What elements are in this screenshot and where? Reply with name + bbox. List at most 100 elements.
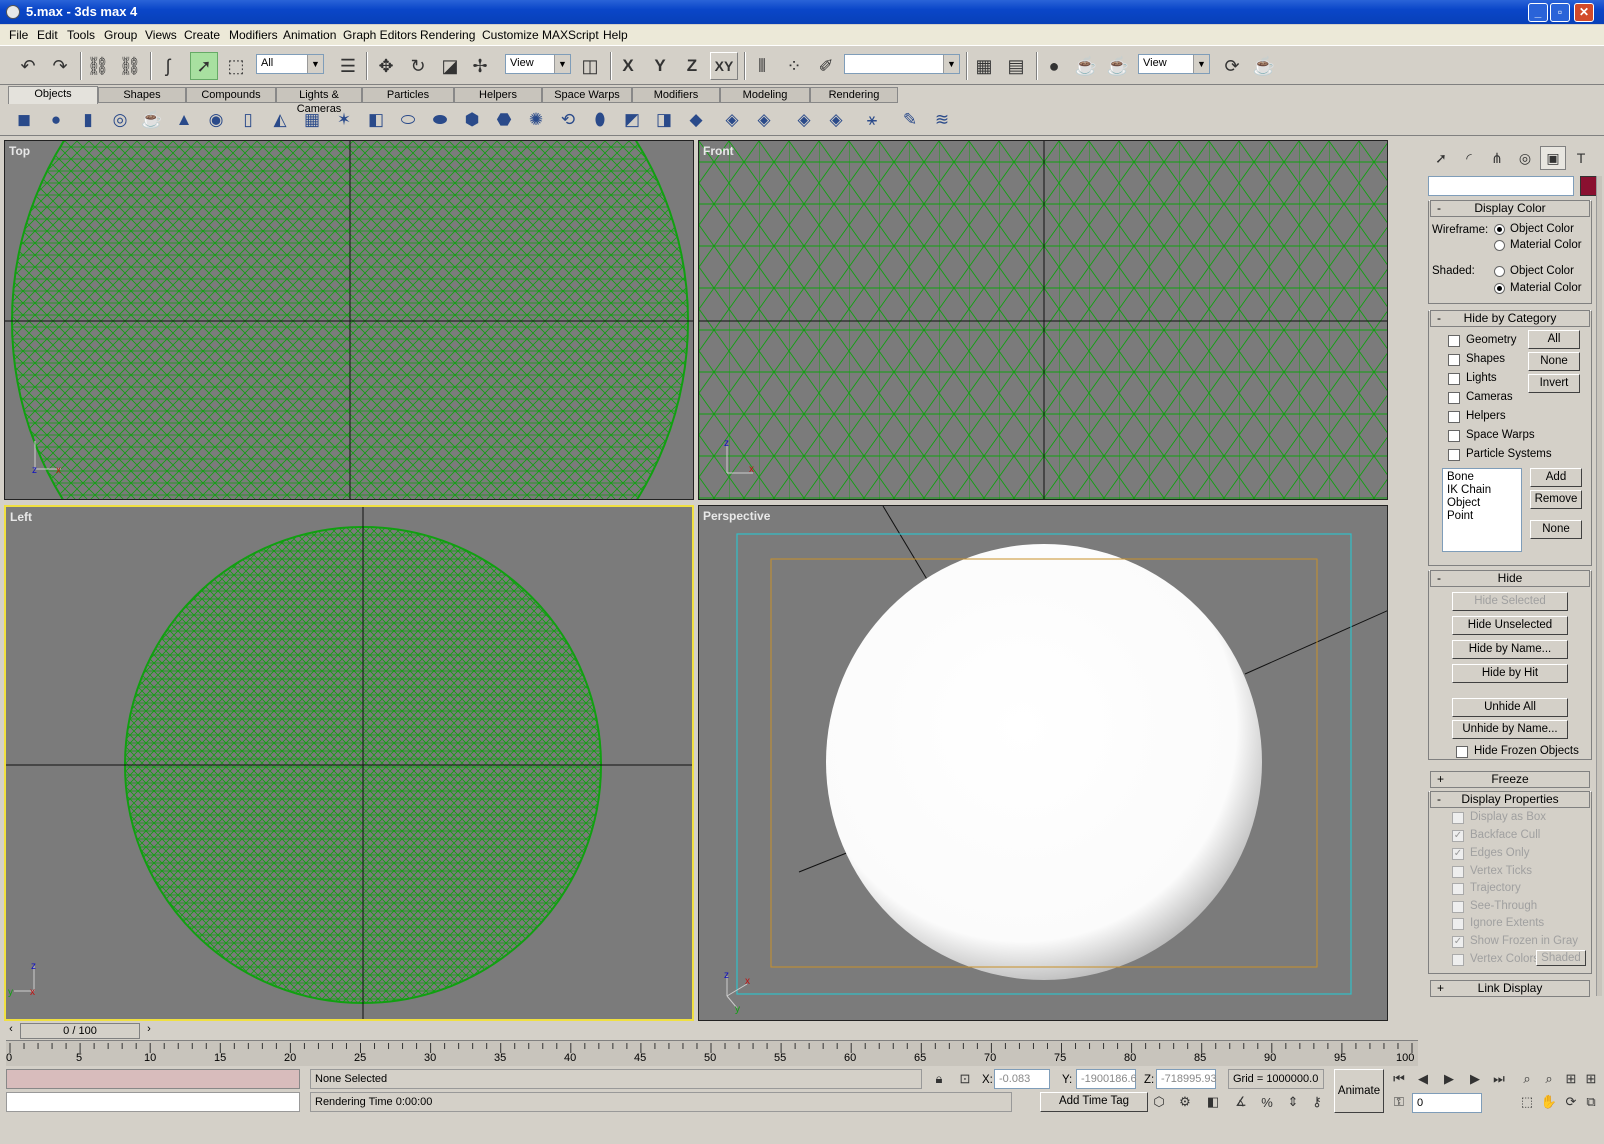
box-icon[interactable]: ◼ <box>12 108 36 132</box>
oil-tank-icon[interactable]: ⬭ <box>396 108 420 132</box>
category-all-button[interactable]: All <box>1528 330 1580 349</box>
pan-icon[interactable]: ✋ <box>1540 1093 1558 1111</box>
time-next-icon[interactable]: › <box>142 1023 156 1039</box>
restrict-to-x-button[interactable]: X <box>614 52 642 80</box>
category-list-none-button[interactable]: None <box>1530 520 1582 539</box>
bind-to-space-warp-icon[interactable]: ʃ <box>154 52 182 80</box>
create-panel-icon[interactable]: ➚ <box>1428 146 1454 170</box>
named-selection-dropdown[interactable]: ▼ <box>844 54 960 74</box>
tri-patch-icon[interactable]: ◈ <box>752 108 776 132</box>
menu-views[interactable]: Views <box>145 28 177 42</box>
minimize-button[interactable]: _ <box>1528 3 1548 22</box>
category-add-button[interactable]: Add <box>1530 468 1582 487</box>
menu-create[interactable]: Create <box>184 28 220 42</box>
hide-helpers-checkbox[interactable] <box>1448 411 1460 423</box>
vertex-ticks-checkbox[interactable] <box>1452 866 1464 878</box>
hide-shapes-checkbox[interactable] <box>1448 354 1460 366</box>
x-coord-field[interactable]: -0.083 <box>994 1069 1050 1089</box>
tab-modeling[interactable]: Modeling <box>720 87 810 103</box>
menu-file[interactable]: File <box>9 28 28 42</box>
teapot-icon[interactable]: ☕ <box>140 108 164 132</box>
chamfer-cylinder-icon[interactable]: ⬣ <box>492 108 516 132</box>
tab-modifiers[interactable]: Modifiers <box>632 87 720 103</box>
viewport-label-perspective[interactable]: Perspective <box>703 509 770 523</box>
region-zoom-icon[interactable]: ⬚ <box>1518 1093 1536 1111</box>
vertex-colors-shaded-button[interactable]: Shaded <box>1536 950 1586 966</box>
unhide-by-name-button[interactable]: Unhide by Name... <box>1452 720 1568 739</box>
motion-panel-icon[interactable]: ◎ <box>1512 146 1538 170</box>
angle-snap-icon[interactable]: ∡ <box>1232 1093 1250 1111</box>
geosphere-icon[interactable]: ◉ <box>204 108 228 132</box>
select-and-link-icon[interactable]: ⛓ <box>84 52 112 80</box>
shaded-material-color-radio[interactable] <box>1494 283 1505 294</box>
pyramid-icon[interactable]: ◭ <box>268 108 292 132</box>
array-icon[interactable]: ⁘ <box>780 52 808 80</box>
hedra-icon[interactable]: ✶ <box>332 108 356 132</box>
tab-helpers[interactable]: Helpers <box>454 87 542 103</box>
arc-rotate-icon[interactable]: ⟳ <box>1562 1093 1580 1111</box>
reference-coordinate-dropdown[interactable]: View ▼ <box>505 54 571 74</box>
utilities-panel-icon[interactable]: T <box>1568 146 1594 170</box>
zoom-extents-icon[interactable]: ⊞ <box>1562 1070 1580 1088</box>
sphere-icon[interactable]: ● <box>44 108 68 132</box>
shaded-object-color-radio[interactable] <box>1494 266 1505 277</box>
zoom-icon[interactable]: ⌕ <box>1518 1070 1536 1088</box>
viewport-perspective[interactable]: z x y Perspective <box>698 505 1388 1021</box>
schematic-view-icon[interactable]: ▤ <box>1002 52 1030 80</box>
viewport-front[interactable]: z x Front <box>698 140 1388 500</box>
select-and-scale-icon[interactable]: ◪ <box>436 52 464 80</box>
tab-shapes[interactable]: Shapes <box>98 87 186 103</box>
menu-customize[interactable]: Customize <box>482 28 539 42</box>
display-panel-icon[interactable]: ▣ <box>1540 146 1566 170</box>
restrict-to-y-button[interactable]: Y <box>646 52 674 80</box>
absolute-mode-icon[interactable]: ⊡ <box>956 1070 974 1088</box>
undo-icon[interactable]: ↶ <box>14 52 42 80</box>
mirror-icon[interactable]: ⫴ <box>748 52 776 80</box>
use-pivot-center-icon[interactable]: ◫ <box>576 52 604 80</box>
tab-space-warps[interactable]: Space Warps <box>542 87 632 103</box>
patch-grid-icon[interactable]: ◈ <box>720 108 744 132</box>
zoom-extents-all-icon[interactable]: ⊞ <box>1582 1070 1600 1088</box>
list-item[interactable]: Point <box>1447 510 1517 523</box>
viewport-label-top[interactable]: Top <box>9 144 30 158</box>
select-and-manipulate-icon[interactable]: ✢ <box>466 52 494 80</box>
render-type-dropdown[interactable]: View ▼ <box>1138 54 1210 74</box>
active-shade-icon[interactable]: ⟳ <box>1218 52 1246 80</box>
wireframe-material-color-radio[interactable] <box>1494 240 1505 251</box>
track-bar[interactable]: 0 5 10 15 20 25 30 35 40 45 50 55 60 65 … <box>6 1040 1418 1066</box>
menu-edit[interactable]: Edit <box>37 28 58 42</box>
vertex-colors-checkbox[interactable] <box>1452 954 1464 966</box>
hide-cameras-checkbox[interactable] <box>1448 392 1460 404</box>
go-to-end-icon[interactable]: ⏭ <box>1490 1070 1508 1088</box>
menu-help[interactable]: Help <box>603 28 628 42</box>
zoom-all-icon[interactable]: ⌕ <box>1540 1070 1558 1088</box>
tab-objects[interactable]: Objects <box>8 86 98 104</box>
menu-maxscript[interactable]: MAXScript <box>542 28 599 42</box>
viewport-left[interactable]: z x y Left <box>4 505 694 1021</box>
select-by-name-icon[interactable]: ☰ <box>334 52 362 80</box>
category-remove-button[interactable]: Remove <box>1530 490 1582 509</box>
hide-unselected-button[interactable]: Hide Unselected <box>1452 616 1568 635</box>
tab-rendering[interactable]: Rendering <box>810 87 898 103</box>
hide-frozen-objects-checkbox[interactable] <box>1456 746 1468 758</box>
y-coord-field[interactable]: -1900186.6 <box>1076 1069 1137 1089</box>
select-and-rotate-icon[interactable]: ↻ <box>404 52 432 80</box>
select-and-move-icon[interactable]: ✥ <box>372 52 400 80</box>
unlink-selection-icon[interactable]: ⛓ <box>116 52 144 80</box>
category-invert-button[interactable]: Invert <box>1528 374 1580 393</box>
link-display-header[interactable]: + Link Display <box>1430 980 1590 997</box>
object-name-field[interactable] <box>1428 176 1574 196</box>
prism-icon[interactable]: ◆ <box>684 108 708 132</box>
list-item[interactable]: IK Chain Object <box>1447 484 1517 510</box>
ignore-extents-checkbox[interactable] <box>1452 918 1464 930</box>
viewport-label-left[interactable]: Left <box>10 510 32 524</box>
spinner-snap-icon[interactable]: ⇕ <box>1284 1093 1302 1111</box>
category-none-button[interactable]: None <box>1528 352 1580 371</box>
selection-filter-dropdown[interactable]: All ▼ <box>256 54 324 74</box>
backface-cull-checkbox[interactable]: ✓ <box>1452 830 1464 842</box>
hide-selected-button[interactable]: Hide Selected <box>1452 592 1568 611</box>
snap-toggle-icon[interactable]: ⚙ <box>1176 1093 1194 1111</box>
plane-icon[interactable]: ▦ <box>300 108 324 132</box>
nurbs-cv-surface-icon[interactable]: ◈ <box>824 108 848 132</box>
maximize-button[interactable]: ▫ <box>1550 3 1570 22</box>
